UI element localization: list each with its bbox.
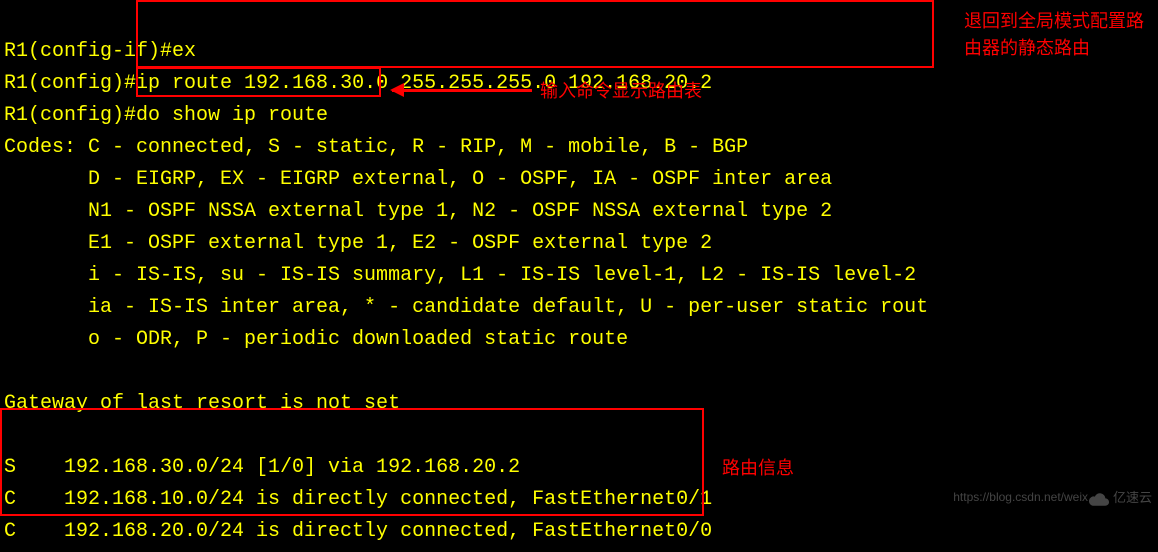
- annotation-mid: 输入命令显示路由表: [540, 78, 702, 105]
- codes-label: Codes:: [4, 136, 88, 159]
- codes-line: C - connected, S - static, R - RIP, M - …: [88, 136, 748, 159]
- annotation-bottom: 路由信息: [722, 455, 794, 482]
- cloud-icon: [1088, 492, 1110, 506]
- prompt: R1(config-if)#: [4, 40, 172, 63]
- prompt: R1(config)#: [4, 104, 136, 127]
- route-entry: S 192.168.30.0/24 [1/0] via 192.168.20.2: [4, 456, 520, 479]
- annotation-top: 退回到全局模式配置路由器的静态路由: [964, 8, 1144, 62]
- watermark-text: https://blog.csdn.net/weix: [953, 488, 1088, 507]
- prompt: R1(config)#: [4, 72, 136, 95]
- site-logo: 亿速云: [1088, 488, 1152, 509]
- route-entry: C 192.168.20.0/24 is directly connected,…: [4, 520, 712, 543]
- command: ex: [172, 40, 196, 63]
- route-entry: C 192.168.10.0/24 is directly connected,…: [4, 488, 712, 511]
- codes-line: o - ODR, P - periodic downloaded static …: [4, 328, 628, 351]
- command: do show ip route: [136, 104, 328, 127]
- gateway-line: Gateway of last resort is not set: [4, 392, 400, 415]
- codes-line: ia - IS-IS inter area, * - candidate def…: [4, 296, 928, 319]
- codes-line: i - IS-IS, su - IS-IS summary, L1 - IS-I…: [4, 264, 916, 287]
- logo-text: 亿速云: [1113, 488, 1152, 509]
- codes-line: E1 - OSPF external type 1, E2 - OSPF ext…: [4, 232, 712, 255]
- codes-line: D - EIGRP, EX - EIGRP external, O - OSPF…: [4, 168, 832, 191]
- codes-line: N1 - OSPF NSSA external type 1, N2 - OSP…: [4, 200, 832, 223]
